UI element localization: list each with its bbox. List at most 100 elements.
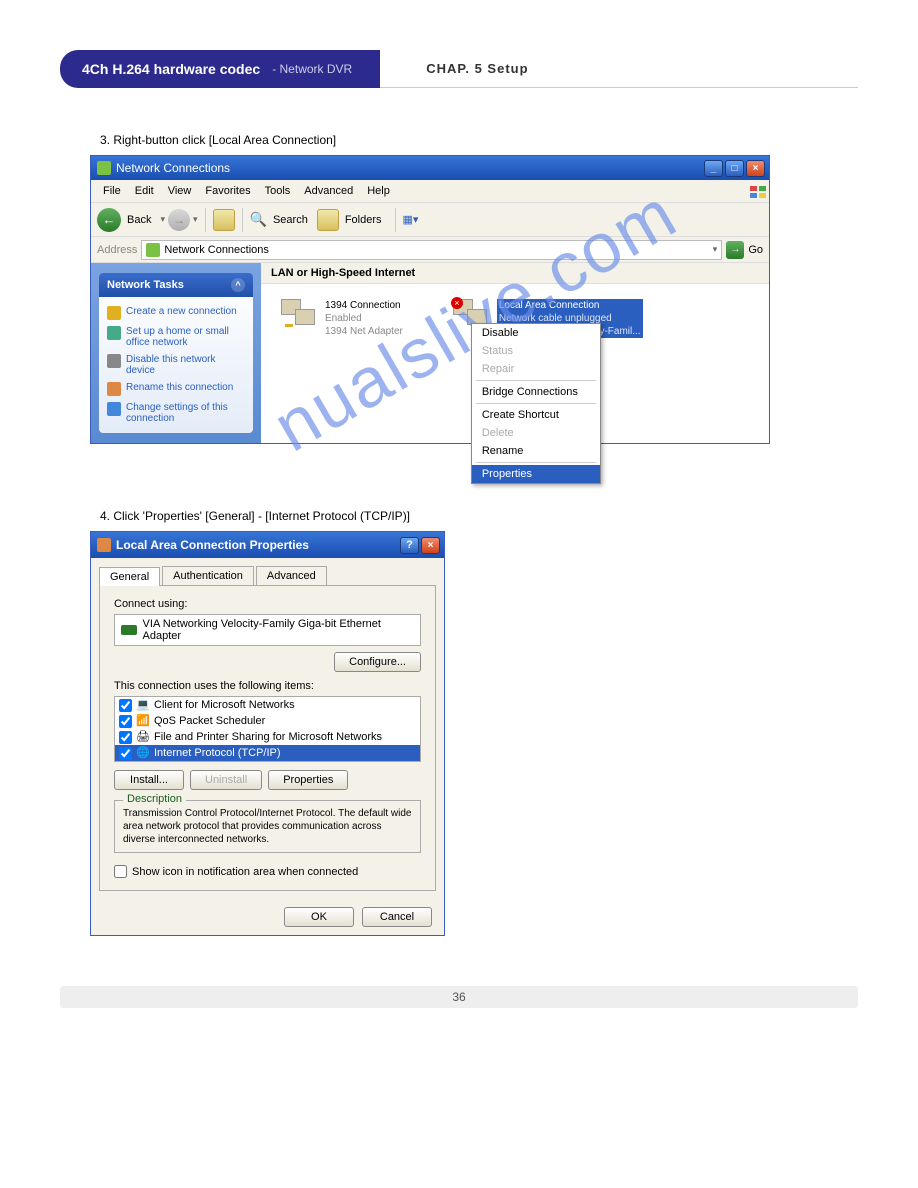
client-icon: 💻: [136, 698, 150, 712]
view-icon[interactable]: ▦▾: [403, 213, 419, 226]
tab-authentication[interactable]: Authentication: [162, 566, 254, 585]
section-header: LAN or High-Speed Internet: [261, 263, 769, 284]
address-field[interactable]: Network Connections ▾: [141, 240, 722, 260]
collapse-icon[interactable]: ^: [231, 278, 245, 292]
ok-button[interactable]: OK: [284, 907, 354, 927]
address-icon: [146, 243, 160, 257]
cancel-button[interactable]: Cancel: [362, 907, 432, 927]
address-bar: Address Network Connections ▾ → Go: [91, 237, 769, 263]
step-4-text: 4. Click 'Properties' [General] - [Inter…: [100, 509, 858, 523]
adapter-icon: [121, 625, 137, 635]
back-label[interactable]: Back: [127, 214, 151, 226]
forward-button[interactable]: →: [168, 209, 190, 231]
toolbar: ← Back ▾ → ▾ 🔍 Search Folders ▦▾: [91, 203, 769, 237]
help-button[interactable]: ?: [400, 537, 419, 554]
connect-using-label: Connect using:: [114, 598, 421, 610]
tcpip-icon: 🌐: [136, 746, 150, 760]
file-icon: 🖨: [136, 730, 150, 744]
window-title: Network Connections: [116, 161, 702, 175]
adapter-name: VIA Networking Velocity-Family Giga-bit …: [143, 618, 414, 642]
item-qos-checkbox[interactable]: [119, 715, 132, 728]
task-create-connection[interactable]: Create a new connection: [107, 303, 245, 323]
item-tcpip[interactable]: 🌐Internet Protocol (TCP/IP): [115, 745, 420, 761]
window-icon: [97, 161, 111, 175]
conn1-name: 1394 Connection: [325, 299, 403, 312]
menu-advanced[interactable]: Advanced: [298, 183, 359, 199]
uninstall-button: Uninstall: [190, 770, 262, 790]
conn2-name: Local Area Connection: [497, 299, 643, 312]
ctx-repair: Repair: [472, 360, 600, 378]
install-button[interactable]: Install...: [114, 770, 184, 790]
ctx-delete: Delete: [472, 424, 600, 442]
context-menu: Disable Status Repair Bridge Connections…: [471, 323, 601, 484]
items-listbox[interactable]: 💻Client for Microsoft Networks 📶QoS Pack…: [114, 696, 421, 762]
menu-file[interactable]: File: [97, 183, 127, 199]
item-properties-button[interactable]: Properties: [268, 770, 348, 790]
item-qos[interactable]: 📶QoS Packet Scheduler: [115, 713, 420, 729]
menu-favorites[interactable]: Favorites: [199, 183, 256, 199]
task-setup-network[interactable]: Set up a home or small office network: [107, 323, 245, 351]
folders-icon[interactable]: [317, 209, 339, 231]
network-connections-window: Network Connections _ □ × File Edit View…: [90, 155, 770, 444]
item-file-share[interactable]: 🖨File and Printer Sharing for Microsoft …: [115, 729, 420, 745]
dialog-icon: [97, 538, 111, 552]
dialog-close-button[interactable]: ×: [421, 537, 440, 554]
show-icon-checkbox[interactable]: [114, 865, 127, 878]
windows-flag-icon: [743, 183, 763, 199]
doc-title: 4Ch H.264 hardware codec: [82, 61, 260, 77]
close-button[interactable]: ×: [746, 160, 765, 177]
minimize-button[interactable]: _: [704, 160, 723, 177]
ctx-bridge[interactable]: Bridge Connections: [472, 383, 600, 401]
ctx-properties[interactable]: Properties: [472, 465, 600, 483]
item-tcpip-checkbox[interactable]: [119, 747, 132, 760]
menu-help[interactable]: Help: [361, 183, 396, 199]
item-file-checkbox[interactable]: [119, 731, 132, 744]
qos-icon: 📶: [136, 714, 150, 728]
conn1-status: Enabled: [325, 312, 403, 325]
maximize-button[interactable]: □: [725, 160, 744, 177]
ctx-disable[interactable]: Disable: [472, 324, 600, 342]
tab-advanced[interactable]: Advanced: [256, 566, 327, 585]
tasks-panel: Network Tasks ^ Create a new connection S…: [91, 263, 261, 443]
item-client-checkbox[interactable]: [119, 699, 132, 712]
menu-tools[interactable]: Tools: [259, 183, 297, 199]
back-button[interactable]: ←: [97, 208, 121, 232]
conn1-adapter: 1394 Net Adapter: [325, 325, 403, 338]
folders-label[interactable]: Folders: [345, 214, 382, 226]
dialog-title: Local Area Connection Properties: [116, 538, 398, 552]
error-icon: ×: [451, 297, 463, 309]
go-button[interactable]: →: [726, 241, 744, 259]
address-value: Network Connections: [164, 244, 269, 256]
tab-general[interactable]: General: [99, 567, 160, 586]
item-client[interactable]: 💻Client for Microsoft Networks: [115, 697, 420, 713]
chapter-label: CHAP. 5 Setup: [410, 50, 858, 88]
tasks-header: Network Tasks: [107, 279, 184, 291]
address-label: Address: [97, 244, 137, 256]
items-label: This connection uses the following items…: [114, 680, 421, 692]
menu-edit[interactable]: Edit: [129, 183, 160, 199]
adapter-field: VIA Networking Velocity-Family Giga-bit …: [114, 614, 421, 646]
configure-button[interactable]: Configure...: [334, 652, 421, 672]
show-icon-label: Show icon in notification area when conn…: [132, 866, 358, 878]
description-text: Transmission Control Protocol/Internet P…: [123, 807, 412, 846]
menubar: File Edit View Favorites Tools Advanced …: [91, 180, 769, 203]
go-label[interactable]: Go: [748, 244, 763, 256]
up-folder-icon[interactable]: [213, 209, 235, 231]
ctx-rename[interactable]: Rename: [472, 442, 600, 460]
page-header: 4Ch H.264 hardware codec - Network DVR C…: [60, 50, 858, 88]
search-label[interactable]: Search: [273, 214, 308, 226]
doc-subtitle: - Network DVR: [272, 62, 352, 76]
connection-1394[interactable]: 1394 Connection Enabled 1394 Net Adapter: [281, 299, 403, 338]
description-label: Description: [123, 793, 186, 805]
ctx-shortcut[interactable]: Create Shortcut: [472, 406, 600, 424]
task-change-settings[interactable]: Change settings of this connection: [107, 399, 245, 427]
task-disable-device[interactable]: Disable this network device: [107, 351, 245, 379]
connection-lan[interactable]: × Local Area Connection Network cable un…: [453, 299, 643, 338]
ctx-status: Status: [472, 342, 600, 360]
menu-view[interactable]: View: [162, 183, 198, 199]
properties-dialog: Local Area Connection Properties ? × Gen…: [90, 531, 445, 936]
titlebar: Network Connections _ □ ×: [91, 156, 769, 180]
task-rename[interactable]: Rename this connection: [107, 379, 245, 399]
search-icon[interactable]: 🔍: [250, 211, 267, 228]
step-3-text: 3. Right-button click [Local Area Connec…: [100, 133, 858, 147]
